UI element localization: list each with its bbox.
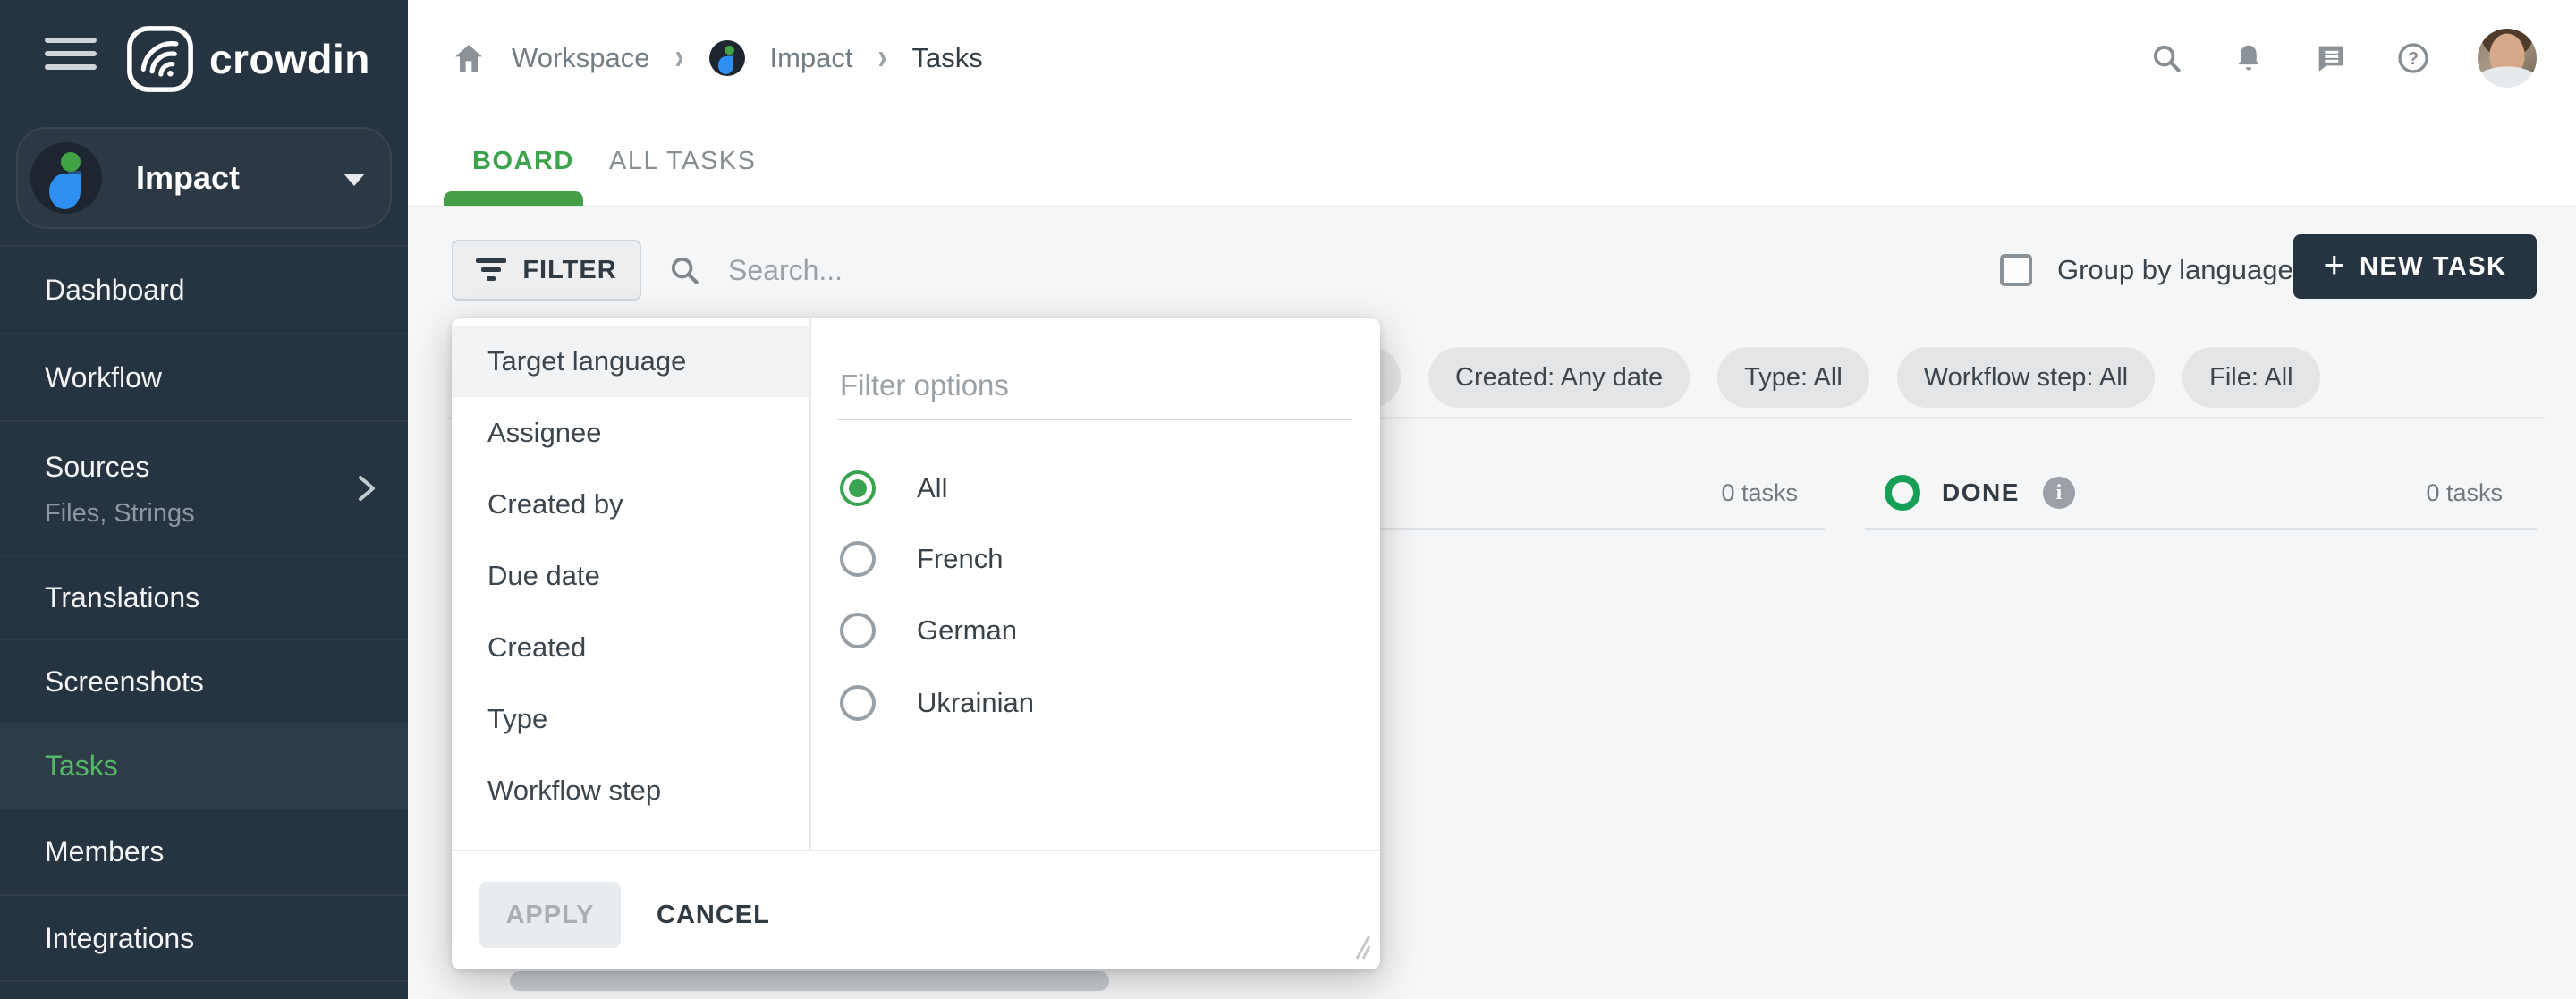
header: Workspace › Impact › Tasks ? xyxy=(408,0,2576,207)
filter-category-type[interactable]: Type xyxy=(452,683,809,755)
column-task-count: 0 tasks xyxy=(1721,479,1798,507)
radio-option-french[interactable]: French xyxy=(840,539,1003,579)
filter-funnel-icon xyxy=(476,258,506,282)
horizontal-scrollbar-thumb[interactable] xyxy=(510,971,1109,991)
breadcrumb-current: Tasks xyxy=(912,42,983,74)
sidebar-item-label: Sources xyxy=(45,451,149,484)
tab-all-tasks[interactable]: ALL TASKS xyxy=(609,116,757,206)
filter-category-list: Target language Assignee Created by Due … xyxy=(452,326,809,826)
crowdin-logo[interactable]: crowdin xyxy=(125,20,370,98)
radio-icon[interactable] xyxy=(840,541,876,577)
sidebar-item-translations[interactable]: Translations xyxy=(0,555,408,639)
breadcrumb: Workspace › Impact › Tasks xyxy=(451,0,983,116)
sidebar-item-sources[interactable]: Sources Files, Strings xyxy=(0,420,408,555)
radio-label: German xyxy=(917,614,1017,647)
resize-handle[interactable] xyxy=(1339,928,1371,961)
column-underline xyxy=(1865,528,2537,530)
sidebar-item-screenshots[interactable]: Screenshots xyxy=(0,639,408,723)
filter-button-label: FILTER xyxy=(522,256,616,285)
filter-button[interactable]: FILTER xyxy=(452,240,641,301)
filter-chip-file[interactable]: File: All xyxy=(2182,347,2319,408)
sidebar-item-label: Tasks xyxy=(45,749,118,783)
radio-label: Ukrainian xyxy=(917,687,1034,719)
board-column-done: DONE i 0 tasks xyxy=(1865,453,2537,560)
filter-category-created-by[interactable]: Created by xyxy=(452,469,809,540)
search-icon[interactable] xyxy=(2148,40,2184,76)
sidebar-item-label: Dashboard xyxy=(45,274,185,307)
search-input[interactable] xyxy=(728,254,1157,287)
tab-bar: BOARD ALL TASKS xyxy=(408,116,2576,207)
filter-category-due-date[interactable]: Due date xyxy=(452,540,809,612)
help-icon[interactable]: ? xyxy=(2395,40,2431,76)
svg-text:?: ? xyxy=(2408,49,2419,69)
crowdin-logo-icon xyxy=(125,24,195,94)
filter-category-assignee[interactable]: Assignee xyxy=(452,397,809,469)
filter-category-target-language[interactable]: Target language xyxy=(452,326,809,397)
column-title: DONE xyxy=(1942,478,2020,507)
sidebar-item-label: Screenshots xyxy=(45,665,204,698)
chevron-separator-icon: › xyxy=(878,38,887,79)
radio-selected-icon[interactable] xyxy=(840,470,876,506)
sidebar: crowdin Impact Dashboard Workflow Source… xyxy=(0,0,408,999)
app-root: crowdin Impact Dashboard Workflow Source… xyxy=(0,0,2576,999)
project-name: Impact xyxy=(136,129,240,227)
breadcrumb-workspace[interactable]: Workspace xyxy=(512,42,650,74)
active-tab-indicator xyxy=(444,191,583,206)
filter-category-created[interactable]: Created xyxy=(452,612,809,683)
home-icon[interactable] xyxy=(451,40,487,76)
sidebar-item-label: Integrations xyxy=(45,922,194,955)
filter-options-panel: All French German Ukrainian xyxy=(811,318,1380,850)
filter-dropdown: Target language Assignee Created by Due … xyxy=(452,318,1380,969)
sidebar-item-label: Workflow xyxy=(45,361,162,394)
new-task-label: NEW TASK xyxy=(2360,252,2507,282)
apply-button[interactable]: APPLY xyxy=(479,882,621,948)
radio-label: All xyxy=(917,472,947,504)
group-by-language-label: Group by language xyxy=(2057,254,2293,286)
brand-name: crowdin xyxy=(209,35,370,83)
new-task-button[interactable]: + NEW TASK xyxy=(2293,234,2537,299)
info-icon[interactable]: i xyxy=(2043,477,2075,509)
radio-icon[interactable] xyxy=(840,685,876,721)
radio-option-all[interactable]: All xyxy=(840,469,947,508)
breadcrumb-project[interactable]: Impact xyxy=(770,42,853,74)
task-search xyxy=(667,240,1222,301)
plus-icon: + xyxy=(2323,246,2345,284)
chevron-right-icon xyxy=(356,473,377,504)
filter-category-workflow-step[interactable]: Workflow step xyxy=(452,755,809,826)
header-actions: ? xyxy=(2148,0,2537,116)
hamburger-menu-icon[interactable] xyxy=(45,38,97,73)
project-selector[interactable]: Impact xyxy=(16,127,392,229)
radio-label: French xyxy=(917,543,1003,575)
filter-chip-type[interactable]: Type: All xyxy=(1717,347,1869,408)
chevron-down-icon xyxy=(343,174,365,186)
sidebar-item-tasks[interactable]: Tasks xyxy=(0,723,408,807)
radio-icon[interactable] xyxy=(840,613,876,648)
sidebar-divider xyxy=(0,980,408,982)
filter-options-search-input[interactable] xyxy=(838,361,1352,420)
sidebar-item-workflow[interactable]: Workflow xyxy=(0,333,408,420)
search-icon xyxy=(667,253,701,287)
project-avatar xyxy=(30,142,102,214)
breadcrumb-project-avatar xyxy=(709,40,745,76)
sidebar-item-members[interactable]: Members xyxy=(0,807,408,894)
dropdown-footer: APPLY CANCEL xyxy=(452,851,1380,969)
done-status-icon xyxy=(1885,475,1920,511)
messages-icon[interactable] xyxy=(2313,40,2349,76)
group-by-language-toggle[interactable]: Group by language xyxy=(2000,240,2293,301)
column-task-count: 0 tasks xyxy=(2426,479,2503,507)
filter-chip-workflow-step[interactable]: Workflow step: All xyxy=(1897,347,2155,408)
radio-option-german[interactable]: German xyxy=(840,611,1017,650)
chevron-separator-icon: › xyxy=(675,38,684,79)
sidebar-item-label: Members xyxy=(45,835,164,868)
sidebar-item-sublabel: Files, Strings xyxy=(45,499,195,529)
group-by-language-checkbox[interactable] xyxy=(2000,254,2032,286)
sidebar-item-integrations[interactable]: Integrations xyxy=(0,894,408,980)
cancel-button[interactable]: CANCEL xyxy=(657,882,770,948)
radio-option-ukrainian[interactable]: Ukrainian xyxy=(840,683,1034,723)
user-avatar[interactable] xyxy=(2478,29,2537,88)
notifications-bell-icon[interactable] xyxy=(2231,40,2267,76)
filter-chip-created[interactable]: Created: Any date xyxy=(1428,347,1690,408)
sidebar-item-label: Translations xyxy=(45,581,199,614)
sidebar-item-dashboard[interactable]: Dashboard xyxy=(0,245,408,333)
